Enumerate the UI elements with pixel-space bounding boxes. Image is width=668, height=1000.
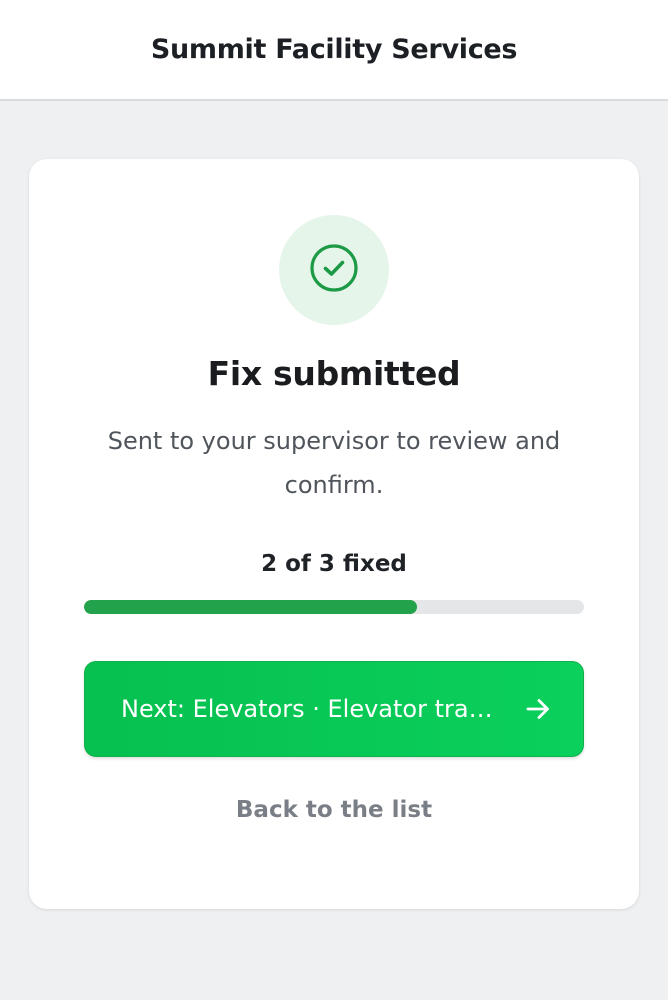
back-to-list-link[interactable]: Back to the list xyxy=(29,797,639,823)
status-message: Sent to your supervisor to review and co… xyxy=(107,427,561,499)
next-item-label: Next: Elevators · Elevator trapped passe… xyxy=(121,695,523,723)
confirmation-card: Fix submitted Sent to your supervisor to… xyxy=(29,159,639,909)
success-badge xyxy=(279,215,389,325)
app-header: Summit Facility Services xyxy=(0,0,668,101)
progress-bar-fill xyxy=(84,600,418,614)
next-item-button[interactable]: Next: Elevators · Elevator trapped passe… xyxy=(84,661,584,757)
app-title: Summit Facility Services xyxy=(150,34,518,65)
check-circle-icon xyxy=(308,242,360,298)
progress-label: 2 of 3 fixed xyxy=(261,551,407,577)
arrow-right-icon xyxy=(523,694,553,724)
progress-bar xyxy=(84,600,584,614)
status-headline: Fix submitted xyxy=(207,354,461,393)
